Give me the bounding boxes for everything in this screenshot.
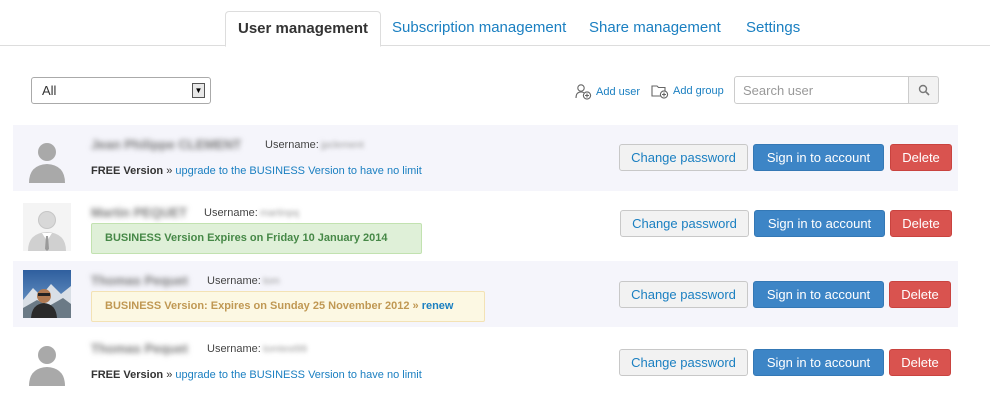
search-button[interactable] <box>908 76 939 104</box>
username-label: Username: <box>204 207 258 219</box>
sign-in-button[interactable]: Sign in to account <box>753 144 884 171</box>
username-label: Username: <box>265 139 319 151</box>
sign-in-button[interactable]: Sign in to account <box>753 349 884 376</box>
user-name: Thomas Pequet <box>91 341 188 356</box>
suit-avatar-icon <box>23 203 71 251</box>
user-name: Martin PEQUET <box>91 205 188 220</box>
separator: » <box>166 369 173 381</box>
search-icon <box>918 84 930 96</box>
search-input[interactable] <box>734 76 909 104</box>
user-row: Martin PEQUET Username: martinpq BUSINES… <box>13 193 958 259</box>
sign-in-button[interactable]: Sign in to account <box>753 281 884 308</box>
username-value: jpclement <box>321 140 364 151</box>
add-group-icon <box>651 85 669 99</box>
group-filter-value: All <box>42 83 57 98</box>
default-avatar-icon <box>23 338 71 386</box>
upgrade-link[interactable]: upgrade to the BUSINESS Version to have … <box>175 369 421 381</box>
delete-button[interactable]: Delete <box>890 210 952 237</box>
change-password-button[interactable]: Change password <box>619 144 748 171</box>
delete-button[interactable]: Delete <box>889 349 951 376</box>
separator: » <box>166 165 173 177</box>
user-row: Jean Philippe CLEMENT Username: jpclemen… <box>13 125 958 191</box>
tab-user-management[interactable]: User management <box>225 11 382 47</box>
change-password-button[interactable]: Change password <box>619 349 748 376</box>
plan-status-badge: BUSINESS Version: Expires on Sunday 25 N… <box>91 291 485 322</box>
tab-settings[interactable]: Settings <box>734 11 812 47</box>
tab-bar: User management Subscription management … <box>0 0 990 47</box>
plan-name: FREE Version <box>91 165 164 177</box>
add-user-link[interactable]: Add user <box>575 83 640 100</box>
delete-button[interactable]: Delete <box>889 281 951 308</box>
add-group-link[interactable]: Add group <box>651 83 724 99</box>
username-value: tomtest99 <box>263 344 307 355</box>
plan-status-badge: BUSINESS Version Expires on Friday 10 Ja… <box>91 223 422 254</box>
renew-link[interactable]: renew <box>422 300 454 312</box>
plan-info: FREE Version » upgrade to the BUSINESS V… <box>91 369 422 381</box>
user-row: Thomas Pequet Username: tom BUSINESS Ver… <box>13 261 958 327</box>
default-avatar-icon <box>23 135 71 183</box>
group-filter-select[interactable]: All ▼ <box>31 77 211 104</box>
username-label: Username: <box>207 275 261 287</box>
plan-status-text: BUSINESS Version: Expires on Sunday 25 N… <box>105 300 419 312</box>
username-value: martinpq <box>260 208 299 219</box>
change-password-button[interactable]: Change password <box>619 281 748 308</box>
username-value: tom <box>263 276 280 287</box>
add-group-label: Add group <box>673 85 724 97</box>
change-password-button[interactable]: Change password <box>620 210 749 237</box>
tab-share-management[interactable]: Share management <box>577 11 733 47</box>
add-user-label: Add user <box>596 85 641 98</box>
dropdown-arrow-icon: ▼ <box>192 83 205 98</box>
user-search <box>734 76 939 104</box>
delete-button[interactable]: Delete <box>890 144 952 171</box>
user-name: Jean Philippe CLEMENT <box>91 137 242 152</box>
plan-info: FREE Version » upgrade to the BUSINESS V… <box>91 165 422 177</box>
tab-subscription-management[interactable]: Subscription management <box>380 11 578 47</box>
add-user-icon <box>575 84 592 100</box>
plan-name: FREE Version <box>91 369 164 381</box>
sign-in-button[interactable]: Sign in to account <box>754 210 885 237</box>
upgrade-link[interactable]: upgrade to the BUSINESS Version to have … <box>175 165 421 177</box>
username-label: Username: <box>207 343 261 355</box>
user-name: Thomas Pequet <box>91 273 188 288</box>
user-row: Thomas Pequet Username: tomtest99 FREE V… <box>13 329 958 395</box>
photo-avatar-icon <box>23 270 71 318</box>
